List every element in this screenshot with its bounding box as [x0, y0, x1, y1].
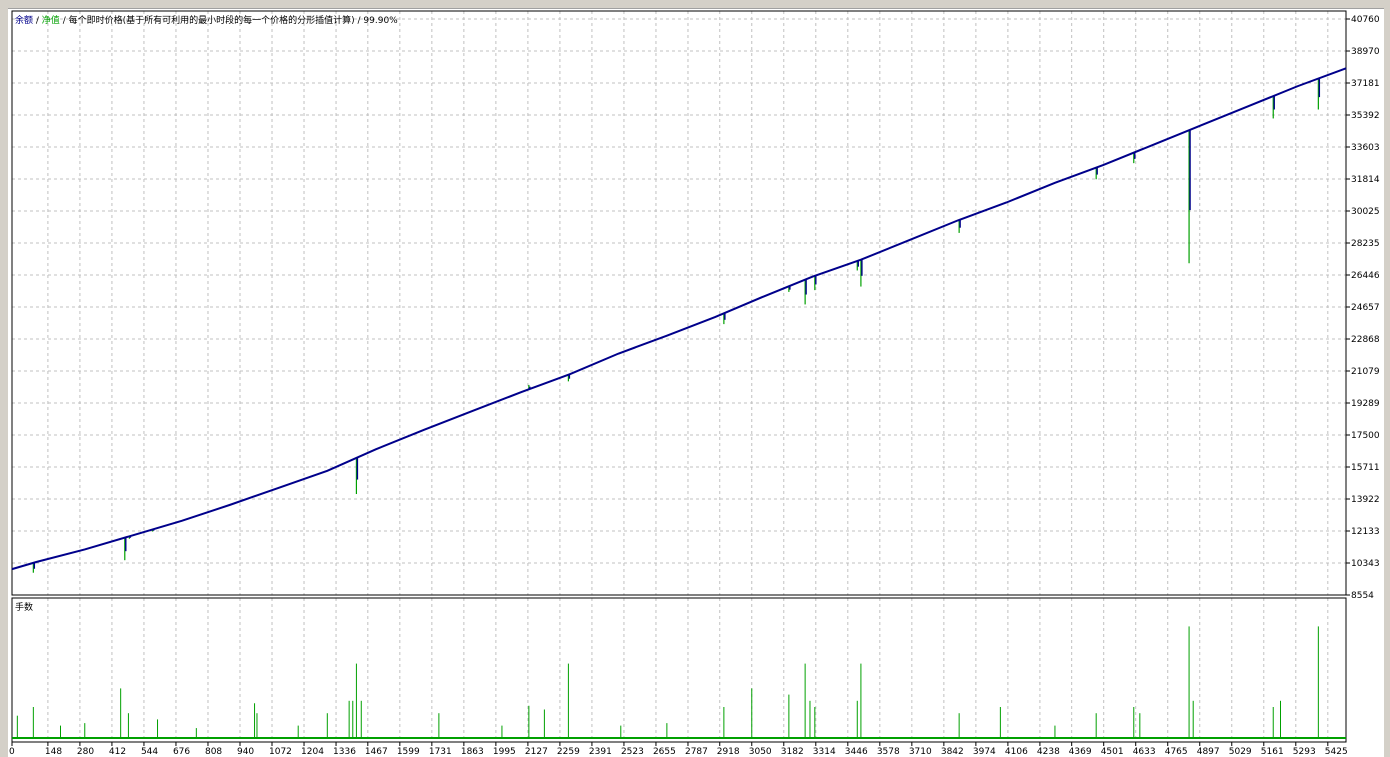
y-tick-label: 10343	[1351, 559, 1380, 569]
legend-equity: 净值	[42, 14, 60, 26]
x-tick-label: 1467	[365, 747, 388, 757]
y-tick-label: 26446	[1351, 271, 1380, 281]
y-tick-label: 35392	[1351, 111, 1380, 121]
x-tick-label: 2787	[685, 747, 708, 757]
x-tick-label: 280	[77, 747, 94, 757]
y-tick-label: 17500	[1351, 431, 1380, 441]
x-tick-label: 4897	[1197, 747, 1220, 757]
x-tick-label: 5161	[1261, 747, 1284, 757]
equity-chart: 40760 38970 37181 35392 33603 31814 30025 28235…	[8, 9, 1384, 757]
x-tick-label: 5029	[1229, 747, 1252, 757]
window-top-strip	[0, 0, 1390, 9]
y-tick-label: 37181	[1351, 79, 1380, 89]
legend-description: 每个即时价格(基于所有可利用的最小时段的每一个价格的分形插值计算)	[69, 14, 355, 26]
x-tick-label: 940	[237, 747, 254, 757]
y-tick-label: 12133	[1351, 527, 1380, 537]
y-tick-label: 21079	[1351, 367, 1380, 377]
x-tick-label: 148	[45, 747, 62, 757]
x-tick-label: 2655	[653, 747, 676, 757]
x-tick-label: 2918	[717, 747, 740, 757]
y-tick-label: 15711	[1351, 463, 1380, 473]
x-tick-label: 3314	[813, 747, 836, 757]
y-tick-label: 28235	[1351, 239, 1380, 249]
y-tick-label: 13922	[1351, 495, 1380, 505]
x-tick-label: 3710	[909, 747, 932, 757]
x-tick-label: 412	[109, 747, 126, 757]
x-tick-label: 1072	[269, 747, 292, 757]
y-tick-label: 19289	[1351, 399, 1380, 409]
x-tick-label: 1731	[429, 747, 452, 757]
y-tick-label: 31814	[1351, 175, 1380, 185]
x-tick-label: 4238	[1037, 747, 1060, 757]
x-tick-label: 1204	[301, 747, 324, 757]
y-tick-label: 24657	[1351, 303, 1380, 313]
x-tick-label: 3578	[877, 747, 900, 757]
chart-legend: 余额 / 净值 / 每个即时价格(基于所有可利用的最小时段的每一个价格的分形插值…	[15, 14, 398, 26]
x-tick-label: 1995	[493, 747, 516, 757]
y-tick-label: 30025	[1351, 207, 1380, 217]
x-tick-label: 2127	[525, 747, 548, 757]
y-tick-label: 33603	[1351, 143, 1380, 153]
x-tick-label: 676	[173, 747, 190, 757]
x-tick-label: 2391	[589, 747, 612, 757]
x-tick-label: 1599	[397, 747, 420, 757]
x-tick-label: 5425	[1325, 747, 1348, 757]
lot-panel-title: 手数	[15, 601, 33, 613]
y-tick-label: 8554	[1351, 591, 1374, 601]
x-tick-label: 2523	[621, 747, 644, 757]
window-right-border	[1384, 8, 1390, 757]
x-tick-label: 4106	[1005, 747, 1028, 757]
x-tick-label: 3842	[941, 747, 964, 757]
x-tick-label: 544	[141, 747, 158, 757]
x-tick-label: 808	[205, 747, 222, 757]
x-tick-label: 3446	[845, 747, 868, 757]
x-tick-label: 4501	[1101, 747, 1124, 757]
x-tick-label: 3182	[781, 747, 804, 757]
x-tick-label: 3974	[973, 747, 996, 757]
x-tick-label: 0	[9, 747, 15, 757]
x-tick-label: 1336	[333, 747, 356, 757]
x-tick-label: 5293	[1293, 747, 1316, 757]
main-panel	[8, 9, 1384, 757]
y-tick-label: 22868	[1351, 335, 1380, 345]
x-tick-label: 4765	[1165, 747, 1188, 757]
x-tick-label: 4369	[1069, 747, 1092, 757]
x-tick-label: 3050	[749, 747, 772, 757]
legend-quality: 99.90%	[363, 16, 398, 26]
y-tick-label: 40760	[1351, 15, 1380, 25]
x-tick-label: 1863	[461, 747, 484, 757]
window-left-border	[0, 8, 8, 757]
x-tick-label: 4633	[1133, 747, 1156, 757]
x-tick-label: 2259	[557, 747, 580, 757]
y-tick-label: 38970	[1351, 47, 1380, 57]
legend-balance: 余额	[15, 14, 33, 26]
